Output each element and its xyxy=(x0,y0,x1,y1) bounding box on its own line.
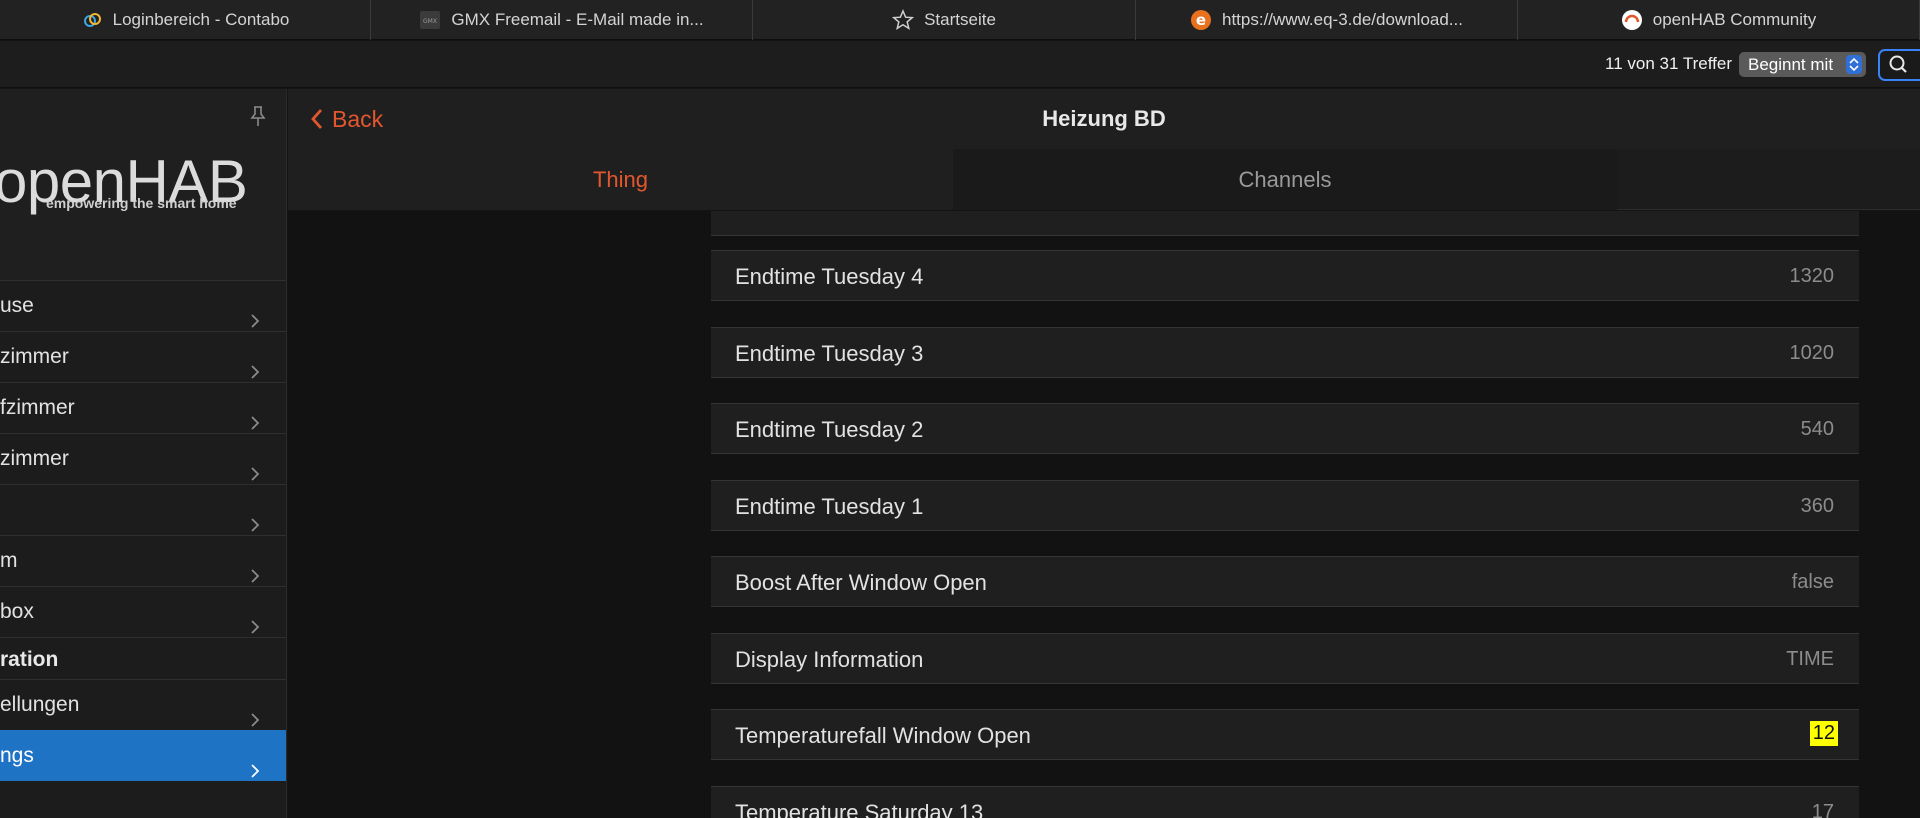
svg-text:e: e xyxy=(1196,11,1206,29)
select-arrows-icon xyxy=(1846,55,1862,74)
property-label: Endtime Tuesday 1 xyxy=(735,493,924,519)
cloud-icon xyxy=(81,9,103,31)
sidebar-item[interactable]: fzimmer xyxy=(0,382,286,433)
sidebar-item[interactable]: zimmer xyxy=(0,331,286,382)
list-item[interactable]: Boost After Window Open false xyxy=(711,556,1859,607)
browser-tab[interactable]: GMX GMX Freemail - E-Mail made in... xyxy=(371,0,753,40)
property-label: Temperaturefall Window Open xyxy=(735,723,1031,748)
chevron-right-icon xyxy=(249,400,261,430)
find-mode-label: Beginnt mit xyxy=(1748,55,1834,74)
list-item[interactable]: Endtime Tuesday 1 360 xyxy=(711,479,1859,531)
property-value: 1320 xyxy=(1789,265,1835,287)
sidebar-item-label: ellungen xyxy=(0,693,80,716)
browser-tab-label: Startseite xyxy=(924,10,996,29)
sidebar-item[interactable]: m xyxy=(0,535,286,586)
list-item[interactable]: Temperaturefall Window Open 12 xyxy=(711,709,1859,760)
sidebar-item[interactable]: box xyxy=(0,586,286,637)
browser-tab-bar: Loginbereich - Contabo GMX GMX Freemail - … xyxy=(0,0,1920,40)
browser-tab-label: https://www.eq-3.de/download... xyxy=(1222,10,1463,29)
property-label: Endtime Tuesday 2 xyxy=(735,417,924,442)
sidebar-header: openHAB empowering the smart home xyxy=(0,89,286,280)
property-label: Temperature Saturday 13 xyxy=(735,799,984,818)
list-item[interactable]: Endtime Tuesday 3 1020 xyxy=(711,326,1859,378)
property-value: 540 xyxy=(1800,418,1834,440)
sidebar-nav: use zimmer fzimmer zimmer m box ration ellungen… xyxy=(0,280,286,781)
browser-tab-label: Loginbereich - Contabo xyxy=(112,10,290,29)
list-item[interactable]: Display Information TIME xyxy=(711,632,1859,684)
sidebar-item-label: zimmer xyxy=(0,447,69,470)
property-value: 360 xyxy=(1800,494,1834,517)
tab-thing[interactable]: Thing xyxy=(288,149,953,210)
chevron-right-icon xyxy=(249,451,261,481)
thing-config-list: Endtime Tuesday 4 1320 Endtime Tuesday 3 10… xyxy=(288,211,1920,818)
openhab-icon xyxy=(1621,9,1643,31)
chevron-right-icon xyxy=(249,697,261,727)
property-label: Endtime Tuesday 4 xyxy=(735,264,924,289)
list-item[interactable]: Endtime Tuesday 2 540 xyxy=(711,403,1859,454)
sidebar: openHAB empowering the smart home use zim… xyxy=(0,89,287,818)
browser-tab[interactable]: Loginbereich - Contabo xyxy=(0,0,371,40)
sidebar-item-label: m xyxy=(0,549,18,572)
sidebar-item-label: box xyxy=(0,600,34,623)
page-header: Back Heizung BD xyxy=(288,89,1920,149)
eq3-icon: e xyxy=(1190,9,1212,31)
svg-text:GMX: GMX xyxy=(423,18,437,25)
tab-channels[interactable]: Channels xyxy=(953,149,1617,210)
sidebar-item-label: ngs xyxy=(0,744,34,767)
property-value: TIME xyxy=(1786,647,1834,670)
find-mode-select[interactable]: Beginnt mit xyxy=(1739,52,1866,77)
page-title: Heizung BD xyxy=(1042,106,1166,131)
sidebar-item-label: use xyxy=(0,294,34,317)
star-icon xyxy=(891,9,915,31)
browser-tab[interactable]: openHAB Community xyxy=(1518,0,1920,40)
list-item[interactable]: Temperature Saturday 13 17 xyxy=(711,785,1859,818)
property-value: false xyxy=(1791,571,1834,593)
sidebar-item-label: zimmer xyxy=(0,345,69,368)
find-search-button[interactable] xyxy=(1878,49,1920,81)
sidebar-item[interactable]: use xyxy=(0,280,286,331)
openhab-tagline: empowering the smart home xyxy=(46,195,237,211)
sidebar-item[interactable]: ellungen xyxy=(0,679,286,730)
chevron-right-icon xyxy=(249,349,261,379)
property-value: 17 xyxy=(1811,800,1834,818)
property-label: Boost After Window Open xyxy=(735,570,987,595)
tab-strip: Thing Channels xyxy=(288,149,1920,210)
property-value: 1020 xyxy=(1789,341,1835,364)
find-bar: 11 von 31 Treffer Beginnt mit xyxy=(0,41,1920,88)
browser-tab-label: GMX Freemail - E-Mail made in... xyxy=(451,10,704,29)
browser-tab-label: openHAB Community xyxy=(1652,10,1817,29)
pin-icon[interactable] xyxy=(249,105,267,127)
list-item[interactable]: Endtime Tuesday 4 1320 xyxy=(711,250,1859,301)
chevron-right-icon xyxy=(249,298,261,328)
chevron-right-icon xyxy=(249,502,261,532)
sidebar-section-heading: ration xyxy=(0,637,286,679)
sidebar-item-label: fzimmer xyxy=(0,396,75,419)
sidebar-item[interactable] xyxy=(0,484,286,535)
chevron-right-icon xyxy=(249,553,261,583)
sidebar-item[interactable]: zimmer xyxy=(0,433,286,484)
sidebar-item[interactable]: ngs xyxy=(0,730,286,781)
property-label: Endtime Tuesday 3 xyxy=(735,340,924,366)
search-icon xyxy=(1889,55,1907,73)
chevron-right-icon xyxy=(249,748,261,778)
gmx-icon: GMX xyxy=(419,9,441,31)
browser-tab[interactable]: e https://www.eq-3.de/download... xyxy=(1136,0,1518,40)
list-item[interactable] xyxy=(711,211,1859,236)
property-label: Display Information xyxy=(735,646,924,672)
find-result-count: 11 von 31 Treffer xyxy=(1605,54,1732,73)
browser-tab[interactable]: Startseite xyxy=(753,0,1136,40)
chevron-right-icon xyxy=(249,604,261,634)
property-value: 12 xyxy=(1809,721,1838,746)
